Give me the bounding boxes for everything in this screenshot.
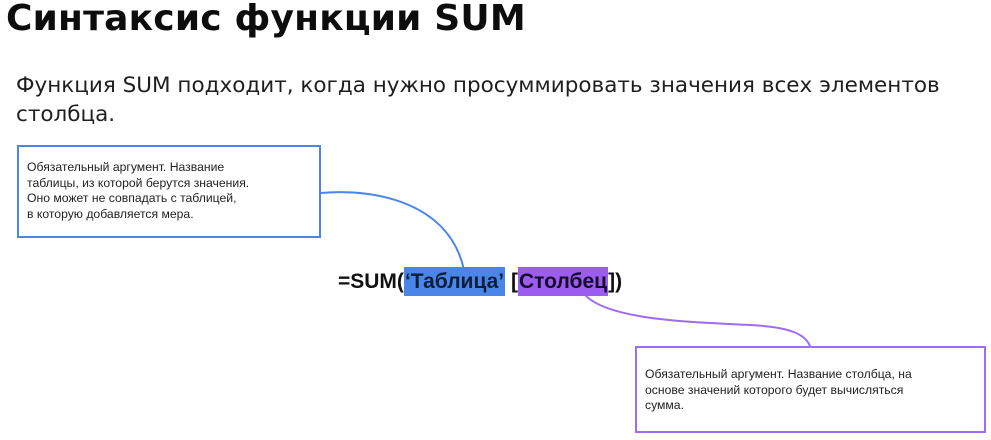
formula-bracket-open: [ bbox=[510, 270, 518, 293]
callout-text-line: Обязательный аргумент. Название bbox=[27, 160, 225, 174]
callout-text-line: Обязательный аргумент. Название столбца,… bbox=[645, 367, 912, 381]
callout-text-line: сумма. bbox=[645, 398, 684, 412]
formula-table-argument: ‘Таблица’ bbox=[403, 267, 506, 296]
formula-suffix: ) bbox=[615, 270, 623, 293]
sum-formula: =SUM(‘Таблица’ [Столбец]) bbox=[338, 267, 622, 296]
table-connector-line bbox=[320, 191, 465, 271]
callout-text-line: основе значений которого будет вычислять… bbox=[645, 382, 904, 397]
column-connector-line bbox=[581, 290, 811, 347]
formula-column-argument: Столбец bbox=[517, 267, 609, 296]
page-title: Синтаксис функции SUM bbox=[6, 0, 526, 39]
intro-text: Функция SUM подходит, когда нужно просум… bbox=[16, 73, 940, 127]
formula-prefix: =SUM( bbox=[338, 270, 404, 293]
table-argument-callout: Обязательный аргумент. Название таблицы,… bbox=[17, 145, 321, 238]
callout-text-line: Оно может не совпадать с таблицей, bbox=[27, 191, 237, 205]
callout-text-line: в которую добавляется мера. bbox=[27, 206, 194, 221]
callout-text-line: таблицы, из которой берутся значения. bbox=[27, 175, 250, 190]
column-argument-callout: Обязательный аргумент. Название столбца,… bbox=[635, 346, 986, 433]
